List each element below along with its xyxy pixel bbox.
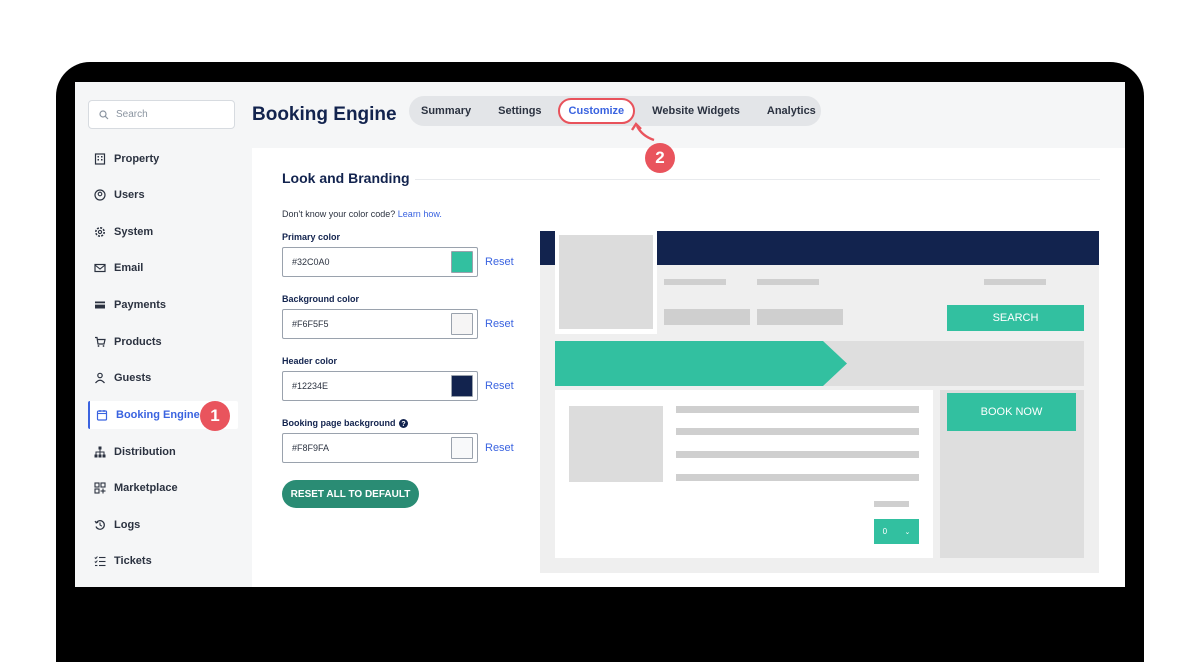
preview-text-line xyxy=(757,279,819,285)
preview-text-line xyxy=(676,428,919,435)
tab-settings[interactable]: Settings xyxy=(498,105,541,117)
sidebar-item-users[interactable]: Users xyxy=(88,181,238,209)
sidebar-item-marketplace[interactable]: Marketplace xyxy=(88,474,238,502)
checklist-icon xyxy=(94,556,106,567)
sidebar-item-distribution[interactable]: Distribution xyxy=(88,438,238,466)
section-title: Look and Branding xyxy=(282,170,410,186)
device-bezel-bottom xyxy=(75,587,1125,630)
sidebar-item-products[interactable]: Products xyxy=(88,328,238,356)
page-title: Booking Engine xyxy=(252,104,397,125)
building-icon xyxy=(94,153,106,165)
preview-price-line xyxy=(874,501,909,507)
sidebar-item-label: Guests xyxy=(114,372,152,384)
help-icon[interactable]: ? xyxy=(398,418,408,428)
search-placeholder: Search xyxy=(116,109,148,120)
envelope-icon xyxy=(94,263,106,273)
hint-text: Don't know your color code? xyxy=(282,209,396,219)
primary-color-label: Primary color xyxy=(282,232,341,242)
header-color-field[interactable]: #12234E xyxy=(282,371,478,401)
search-input[interactable]: Search xyxy=(88,100,235,129)
background-color-reset[interactable]: Reset xyxy=(485,318,514,330)
preview-quantity-value: 0 xyxy=(882,527,888,536)
primary-color-value: #32C0A0 xyxy=(292,257,330,267)
sidebar-item-label: Tickets xyxy=(114,555,152,567)
search-icon xyxy=(99,109,109,119)
booking-bg-value: #F8F9FA xyxy=(292,443,330,453)
preview-room-image xyxy=(569,406,663,482)
sidebar-item-label: Products xyxy=(114,336,162,348)
background-color-field[interactable]: #F6F5F5 xyxy=(282,309,478,339)
sidebar-item-label: Payments xyxy=(114,299,166,311)
preview-search-button: SEARCH xyxy=(947,305,1084,331)
header-color-swatch[interactable] xyxy=(451,375,473,397)
chevron-down-icon: ⌄ xyxy=(904,528,911,536)
cart-icon xyxy=(95,336,106,347)
tab-bar: Summary Settings Customize Website Widge… xyxy=(409,96,821,126)
sidebar-item-label: Booking Engine xyxy=(116,409,200,421)
primary-color-reset[interactable]: Reset xyxy=(485,256,514,268)
history-icon xyxy=(94,520,105,530)
preview-text-line xyxy=(676,451,919,458)
customize-panel: Look and Branding Don't know your color … xyxy=(252,148,1125,587)
tab-website-widgets[interactable]: Website Widgets xyxy=(652,105,740,117)
card-icon xyxy=(95,301,105,309)
app-screen: Search Property Users System Email Payme… xyxy=(75,82,1125,587)
preview-date-field xyxy=(757,309,843,325)
sidebar-item-logs[interactable]: Logs xyxy=(88,511,238,539)
sidebar-item-label: Marketplace xyxy=(114,482,178,494)
header-color-reset[interactable]: Reset xyxy=(485,380,514,392)
background-color-swatch[interactable] xyxy=(451,313,473,335)
learn-how-link[interactable]: Learn how. xyxy=(398,209,442,219)
color-hint: Don't know your color code? Learn how. xyxy=(282,209,442,219)
sidebar-item-label: Logs xyxy=(114,519,141,531)
person-icon xyxy=(95,372,105,384)
gear-icon xyxy=(95,227,105,237)
preview-date-field xyxy=(664,309,750,325)
booking-bg-field[interactable]: #F8F9FA xyxy=(282,433,478,463)
preview-progress-arrow xyxy=(555,341,847,386)
tab-analytics[interactable]: Analytics xyxy=(767,105,816,117)
preview-text-line xyxy=(676,406,919,413)
reset-all-button[interactable]: RESET ALL TO DEFAULT xyxy=(282,480,419,508)
sidebar-item-label: Email xyxy=(114,262,144,274)
sidebar-item-label: Users xyxy=(114,189,145,201)
tab-customize[interactable]: Customize xyxy=(557,98,636,124)
sidebar-item-label: Property xyxy=(114,153,160,165)
header-color-value: #12234E xyxy=(292,381,329,391)
primary-color-field[interactable]: #32C0A0 xyxy=(282,247,478,277)
sidebar-item-email[interactable]: Email xyxy=(88,254,238,282)
grid-icon xyxy=(94,482,106,494)
background-color-label: Background color xyxy=(282,294,360,304)
sidebar-item-label: System xyxy=(114,226,154,238)
sidebar-item-property[interactable]: Property xyxy=(88,145,238,173)
header-color-label: Header color xyxy=(282,356,338,366)
sidebar-item-system[interactable]: System xyxy=(88,218,238,246)
primary-color-swatch[interactable] xyxy=(451,251,473,273)
svg-text:?: ? xyxy=(401,421,405,428)
sidebar-item-tickets[interactable]: Tickets xyxy=(88,547,238,575)
section-divider xyxy=(415,179,1100,180)
sidebar-item-guests[interactable]: Guests xyxy=(88,364,238,392)
sidebar-item-payments[interactable]: Payments xyxy=(88,291,238,319)
preview-book-now-button: BOOK NOW xyxy=(947,393,1076,431)
user-circle-icon xyxy=(94,189,106,201)
step-2-badge: 2 xyxy=(645,143,675,173)
tab-summary[interactable]: Summary xyxy=(421,105,471,117)
hierarchy-icon xyxy=(94,446,106,458)
sidebar-item-label: Distribution xyxy=(114,446,176,458)
booking-bg-label-text: Booking page background xyxy=(282,418,396,428)
calendar-icon xyxy=(96,410,108,421)
step-1-badge: 1 xyxy=(200,401,230,431)
preview-quantity-select: 0 ⌄ xyxy=(874,519,919,544)
booking-page-preview: SEARCH 0 ⌄ BOOK NOW xyxy=(540,231,1099,573)
preview-text-line xyxy=(984,279,1046,285)
booking-bg-label: Booking page background ? xyxy=(282,418,408,428)
preview-text-line xyxy=(676,474,919,481)
preview-logo-placeholder xyxy=(559,235,653,329)
background-color-value: #F6F5F5 xyxy=(292,319,329,329)
preview-text-line xyxy=(664,279,726,285)
booking-bg-reset[interactable]: Reset xyxy=(485,442,514,454)
booking-bg-swatch[interactable] xyxy=(451,437,473,459)
